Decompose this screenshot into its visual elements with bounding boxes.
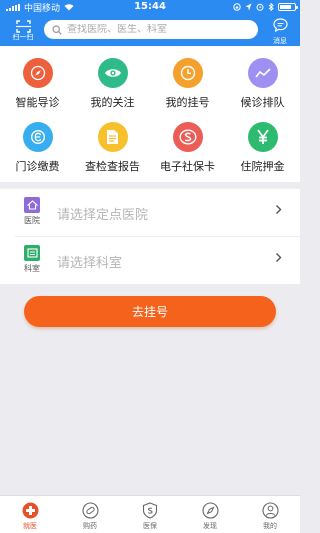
grid-item-queue[interactable]: 候诊排队 [225,58,300,110]
shield-icon [141,501,159,519]
scan-icon [15,20,31,33]
tab-insurance[interactable]: 医保 [120,496,180,533]
grid-item-label: 电子社保卡 [160,160,215,173]
department-selector[interactable]: 科室 请选择科室 [0,237,300,284]
grid-item-label: 智能导诊 [15,96,60,109]
grid-item-label: 候诊排队 [240,96,285,109]
list-icon [24,245,40,261]
bluetooth-icon [268,3,274,11]
chevron-right-icon [276,205,282,214]
signal-icon [6,3,20,11]
payment-icon [22,122,53,152]
grid-item-social-security-card[interactable]: 电子社保卡 [150,122,225,174]
pill-icon [81,501,99,519]
battery-icon [278,3,298,11]
department-badge-label: 科室 [24,264,40,273]
lock-rotation-icon [233,3,241,11]
department-badge: 科室 [21,245,43,274]
yuan-icon [247,122,278,152]
tab-pharmacy[interactable]: 购药 [60,496,120,533]
clock-icon [172,58,203,88]
search-bar[interactable] [44,20,258,39]
grid-item-label: 住院押金 [240,160,285,173]
home-icon [24,197,40,213]
grid-item-label: 我的关注 [90,96,135,109]
app-header: 中国移动 15:44 扫一扫 查找医院、医生、科室 消息 [0,0,300,46]
scan-button[interactable]: 扫一扫 [9,18,37,42]
hospital-placeholder: 请选择定点医院 [57,208,149,223]
tab-medical[interactable]: 就医 [0,496,60,533]
hospital-badge: 医院 [21,197,43,226]
register-button[interactable]: 去挂号 [24,296,276,327]
alarm-icon [256,3,264,11]
grid-item-label: 查检查报告 [85,160,140,173]
chevron-right-icon [276,253,282,262]
hospital-selector[interactable]: 医院 请选择定点医院 [0,189,300,236]
scan-label: 扫一扫 [12,33,34,41]
grid-item-my-registration[interactable]: 我的挂号 [150,58,225,110]
bottom-tab-bar: 就医 购药 医保 发现 我的 [0,495,300,533]
grid-item-label: 门诊缴费 [15,160,60,173]
tab-label: 就医 [23,522,37,530]
location-icon [245,3,252,11]
selector-panel: 医院 请选择定点医院 科室 请选择科室 [0,189,300,284]
tab-label: 发现 [203,522,217,530]
grid-item-outpatient-payment[interactable]: 门诊缴费 [0,122,75,174]
search-icon [52,24,62,35]
tab-discover[interactable]: 发现 [180,496,240,533]
compass-icon [22,58,53,88]
function-grid: 智能导诊 我的关注 我的挂号 候诊排队 门诊缴费 查检查报告 电子社保卡 住院押… [0,46,300,182]
user-icon [261,501,279,519]
tab-mine[interactable]: 我的 [240,496,300,533]
grid-item-my-follow[interactable]: 我的关注 [75,58,150,110]
discover-icon [201,501,219,519]
tab-label: 购药 [83,522,97,530]
message-label: 消息 [273,37,287,45]
wifi-icon [64,4,74,11]
message-button[interactable]: 消息 [266,17,294,46]
medical-cross-icon [21,501,39,519]
eye-icon [97,58,128,88]
tab-label: 我的 [263,522,277,530]
grid-item-smart-guide[interactable]: 智能导诊 [0,58,75,110]
grid-item-hospital-deposit[interactable]: 住院押金 [225,122,300,174]
status-bar: 中国移动 15:44 [0,0,300,14]
tab-label: 医保 [143,522,157,530]
grid-item-label: 我的挂号 [165,96,210,109]
hospital-badge-label: 医院 [24,216,40,225]
social-security-icon [172,122,203,152]
chart-line-icon [247,58,278,88]
report-icon [97,122,128,152]
grid-item-check-report[interactable]: 查检查报告 [75,122,150,174]
department-placeholder: 请选择科室 [57,256,123,271]
search-input[interactable] [67,24,247,35]
carrier-name: 中国移动 [24,3,61,14]
message-icon [272,18,288,33]
